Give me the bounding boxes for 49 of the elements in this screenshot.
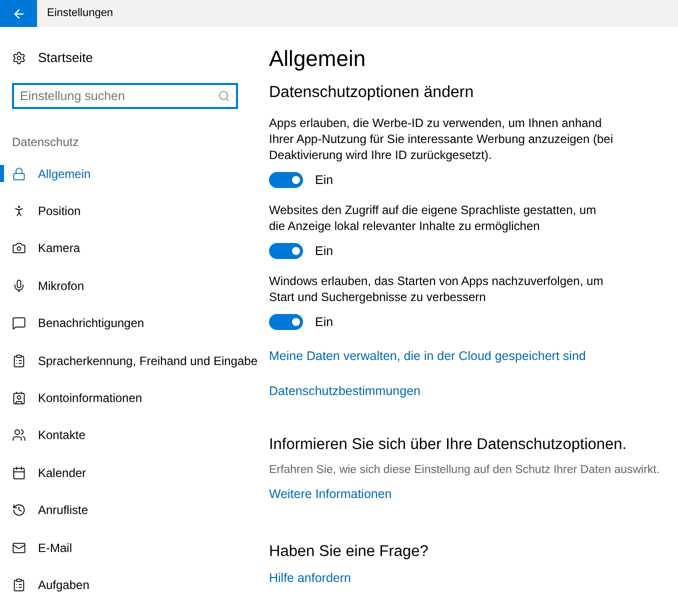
lock-icon (12, 166, 26, 181)
info-text: Erfahren Sie, wie sich diese Einstellung auf den Schutz Ihrer Daten auswirkt. (269, 463, 661, 478)
clipboard-icon (12, 354, 26, 368)
setting-description: Websites den Zugriff auf die eigene Sprachliste gestatten, um die Anzeige lokal relevanter Inhalte zu ermöglichen (269, 202, 598, 234)
sidebar-item[interactable]: Anrufliste (0, 492, 262, 529)
home-link[interactable]: Startseite (0, 47, 262, 69)
calendar-icon (12, 466, 26, 480)
search-field[interactable]: Einstellung suchen (12, 83, 238, 109)
speech-bubble-icon (12, 316, 26, 330)
setting-description: Apps erlauben, die Werbe-ID zu verwenden, um Ihnen anhand Ihrer App-Nutzung für Sie interessante Werbung anzuzeigen (bei Deaktivierung wird Ihre ID zurückgesetzt). (269, 115, 614, 163)
link[interactable]: Hilfe anfordern (269, 569, 672, 588)
gear-icon (12, 51, 26, 65)
sidebar-item[interactable]: Kalender (0, 454, 262, 492)
mail-icon (12, 540, 26, 555)
toggle-state-label: Ein (315, 172, 334, 189)
toggle-state-label: Ein (315, 314, 334, 330)
toggle-switch[interactable] (269, 172, 303, 188)
page-title: Allgemein (269, 45, 367, 73)
sidebar-item[interactable]: Aufgaben (0, 566, 262, 600)
sidebar-item[interactable]: Kontoinformationen (0, 379, 262, 417)
sidebar-item[interactable]: Kontakte (0, 416, 262, 454)
microphone-icon (12, 278, 26, 293)
history-icon (12, 503, 26, 518)
person-icon (12, 204, 26, 218)
search-icon (218, 90, 230, 102)
toggle-switch[interactable] (269, 314, 303, 330)
section-title: Datenschutzoptionen ändern (269, 83, 475, 103)
setting-description: Windows erlauben, das Starten von Apps nachzuverfolgen, um Start und Suchergebnisse zu verbessern (269, 272, 604, 304)
sidebar-item[interactable]: Allgemein (0, 155, 262, 192)
sidebar-item[interactable]: Kamera (0, 230, 262, 268)
sidebar-item[interactable]: Position (0, 192, 262, 230)
toggle-switch[interactable] (269, 243, 303, 260)
people-icon (12, 428, 26, 442)
sidebar-item[interactable]: Mikrofon (0, 267, 262, 305)
section-heading: Datenschutz (12, 134, 80, 151)
clipboard-icon (12, 578, 26, 592)
sidebar-item[interactable]: Spracherkennung, Freihand und Eingabe (0, 342, 262, 380)
section-title: Haben Sie eine Frage? (269, 542, 430, 562)
toggle-state-label: Ein (315, 242, 334, 260)
sidebar-item[interactable]: Benachrichtigungen (0, 304, 262, 342)
window-title: Einstellungen (47, 6, 114, 22)
sidebar-item[interactable]: E-Mail (0, 528, 262, 566)
section-title: Informieren Sie sich über Ihre Datenschutzoptionen. (269, 434, 628, 455)
contact-card-icon (12, 391, 26, 406)
link[interactable]: Weitere Informationen (269, 485, 672, 504)
back-button[interactable] (0, 0, 37, 27)
camera-icon (12, 241, 26, 256)
link[interactable]: Meine Daten verwalten, die in der Cloud gespeichert sind (269, 347, 672, 366)
link[interactable]: Datenschutzbestimmungen (269, 382, 672, 401)
